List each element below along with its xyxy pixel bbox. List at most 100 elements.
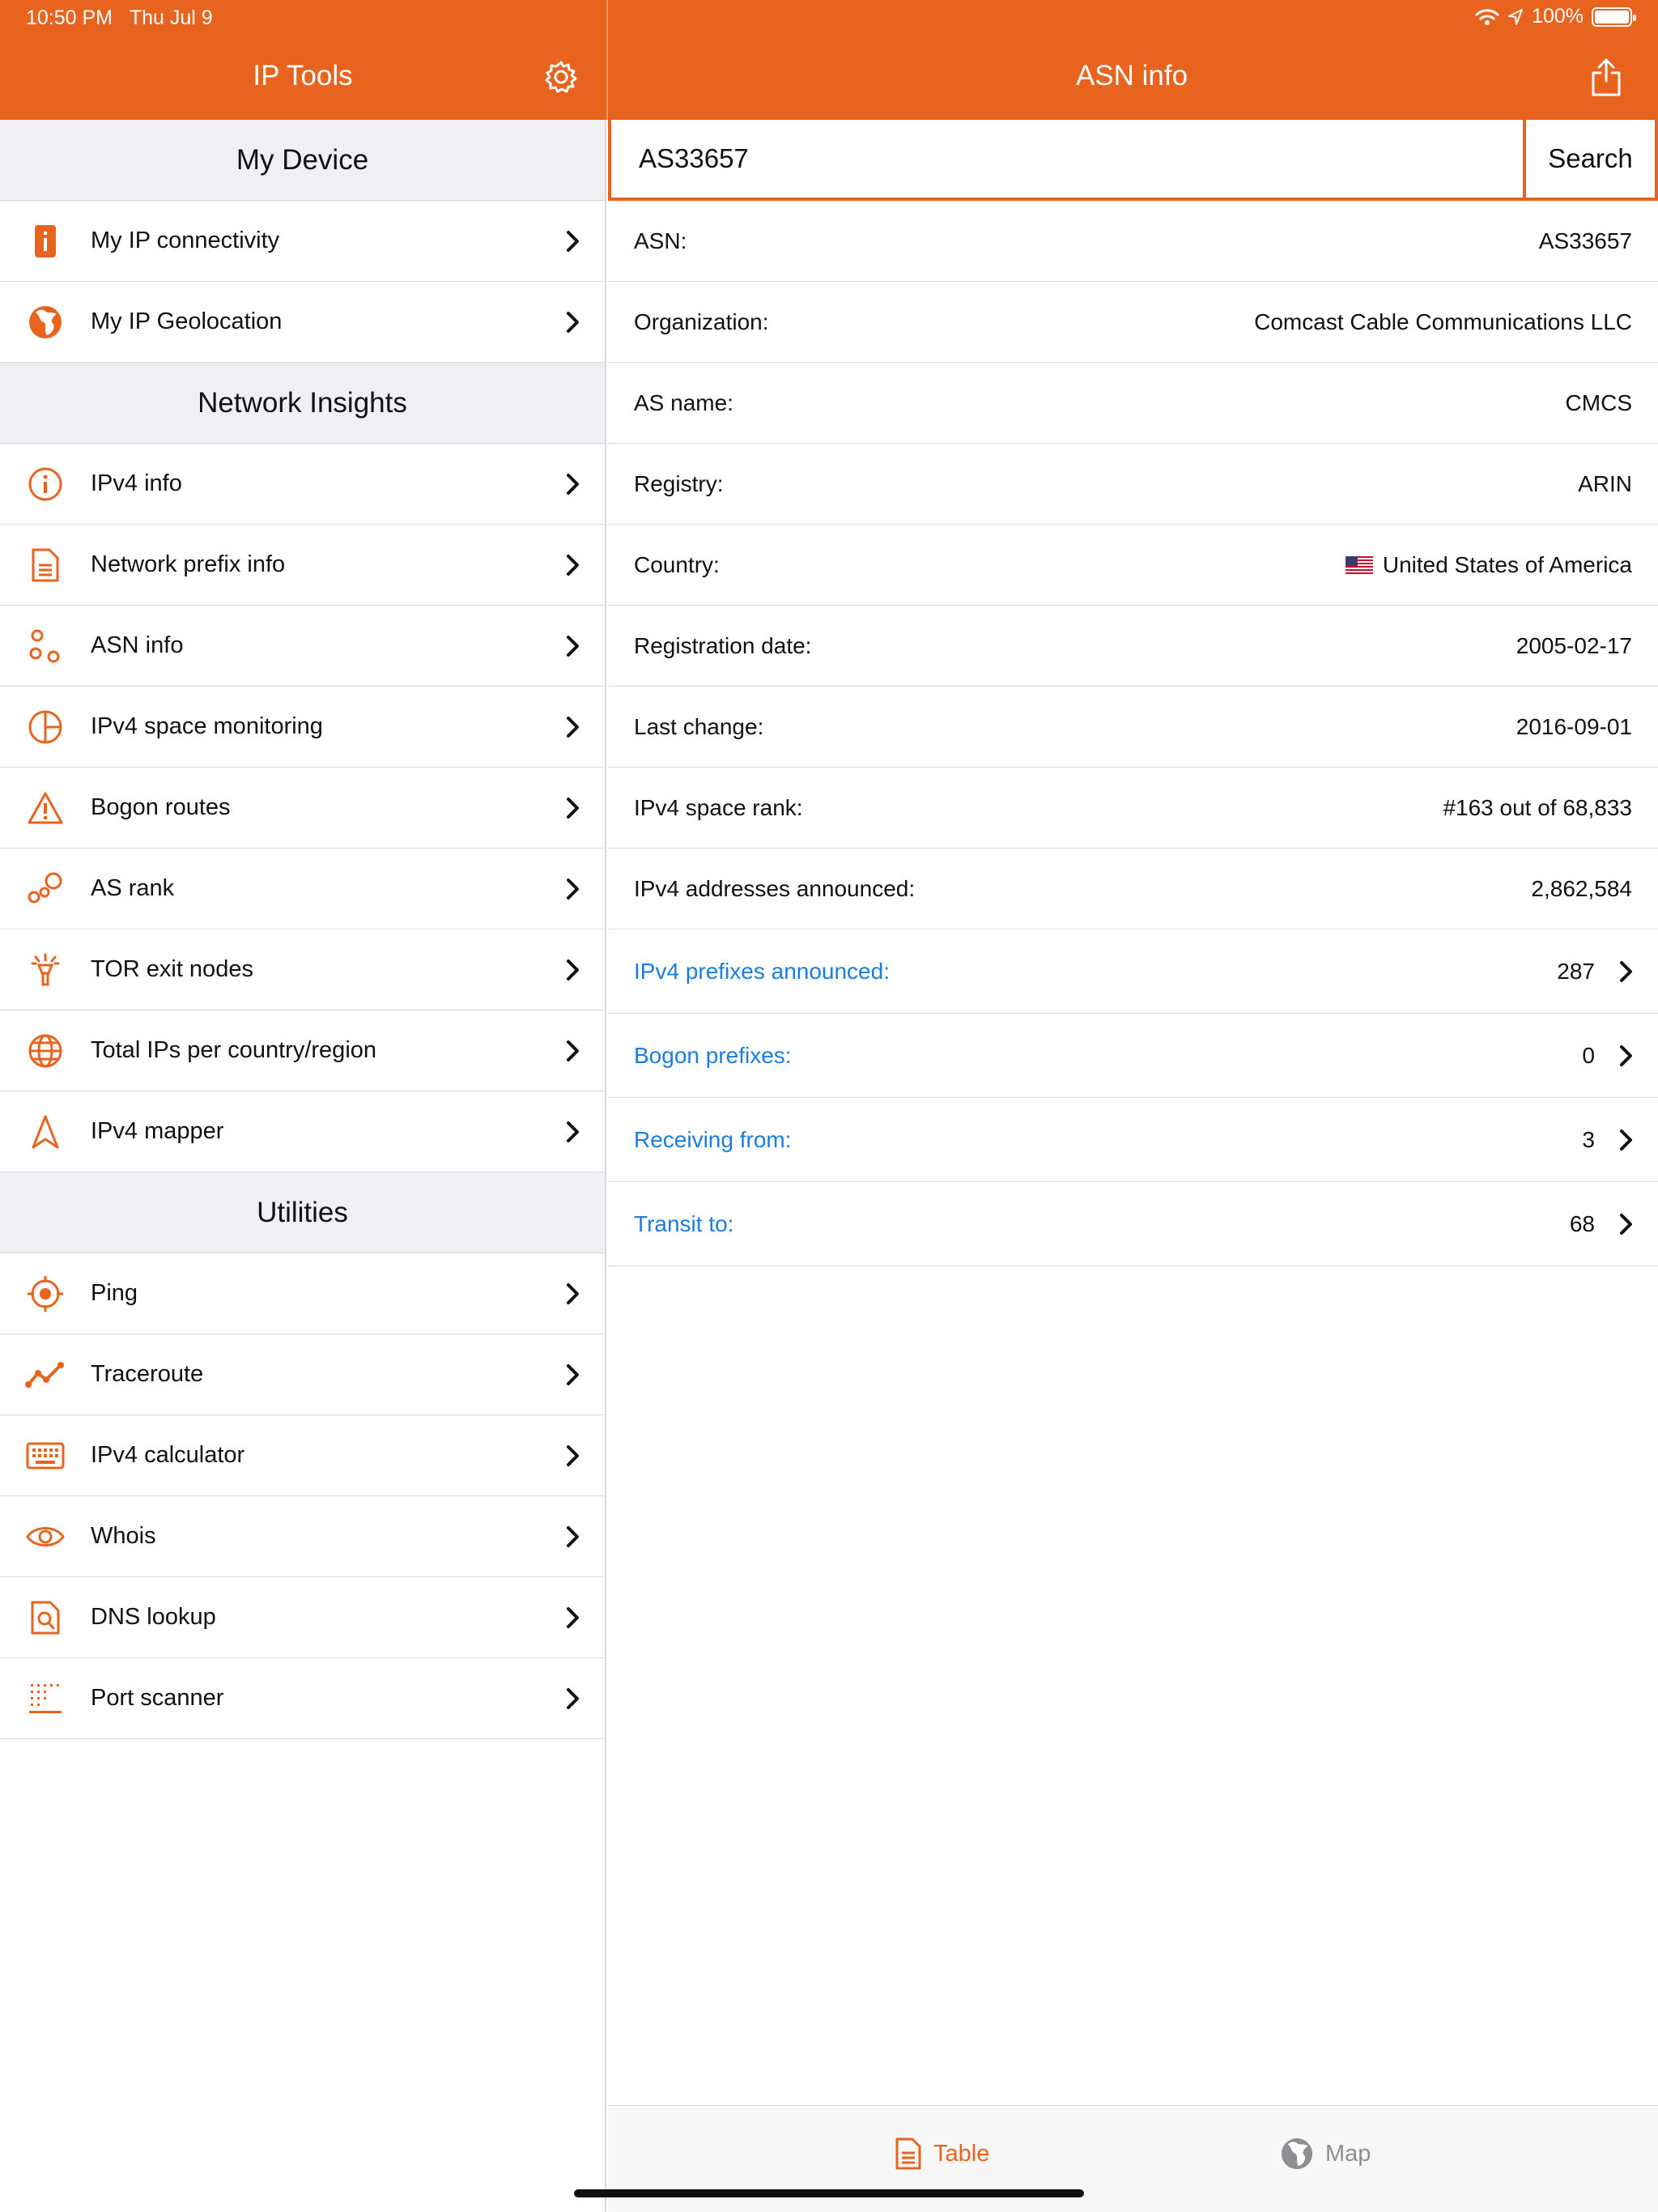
info-circle-icon <box>0 466 91 502</box>
sidebar-item-label: DNS lookup <box>91 1604 216 1630</box>
detail-row-ipv4-addresses-announced: IPv4 addresses announced: 2,862,584 <box>608 849 1658 929</box>
sidebar-item-ping[interactable]: Ping <box>0 1253 605 1334</box>
sidebar-item-total-ips-per-country[interactable]: Total IPs per country/region <box>0 1010 605 1091</box>
detail-row-country: Country: United States of America <box>608 525 1658 606</box>
torch-icon <box>0 952 91 988</box>
asn-search-input[interactable] <box>611 120 1523 198</box>
pie-chart-icon <box>0 709 91 745</box>
detail-value: AS33657 <box>1538 228 1632 253</box>
section-header-my-device: My Device <box>0 120 605 201</box>
sidebar-item-label: Total IPs per country/region <box>91 1037 377 1063</box>
status-bar-indicators: 100% <box>1475 5 1636 28</box>
share-icon[interactable] <box>1590 57 1622 97</box>
chevron-right-icon <box>1620 960 1632 982</box>
sidebar-item-tor-exit-nodes[interactable]: TOR exit nodes <box>0 929 605 1010</box>
chevron-right-icon <box>567 1121 579 1142</box>
sidebar-item-network-prefix-info[interactable]: Network prefix info <box>0 525 605 606</box>
tab-map[interactable]: Map <box>1280 2137 1371 2171</box>
sidebar-item-label: IPv4 space monitoring <box>91 713 323 739</box>
chevron-right-icon <box>1620 1044 1632 1066</box>
sidebar-item-as-rank[interactable]: AS rank <box>0 849 605 929</box>
detail-row-registration-date: Registration date: 2005-02-17 <box>608 606 1658 687</box>
detail-key: IPv4 addresses announced: <box>634 875 916 901</box>
link-key: Receiving from: <box>634 1126 792 1152</box>
detail-value: Comcast Cable Communications LLC <box>1254 308 1632 334</box>
search-button[interactable]: Search <box>1526 120 1655 198</box>
sidebar-item-label: IPv4 info <box>91 470 182 496</box>
sidebar-item-label: Ping <box>91 1280 138 1306</box>
detail-value: 2016-09-01 <box>1516 713 1632 739</box>
us-flag-icon <box>1345 555 1373 574</box>
sidebar-item-ipv4-calculator[interactable]: IPv4 calculator <box>0 1415 605 1496</box>
sidebar-item-my-ip-connectivity[interactable]: My IP connectivity <box>0 201 605 282</box>
detail-value: CMCS <box>1565 389 1632 415</box>
detail-value: 2,862,584 <box>1531 875 1632 901</box>
gear-icon[interactable] <box>544 60 578 94</box>
location-arrow-icon <box>1508 8 1524 25</box>
tab-table[interactable]: Table <box>895 2137 989 2171</box>
asn-details-table: ASN: AS33657 Organization: Comcast Cable… <box>608 201 1658 1266</box>
battery-fill <box>1595 10 1629 23</box>
eye-icon <box>0 1524 91 1550</box>
detail-key: ASN: <box>634 228 687 253</box>
port-grid-icon <box>0 1682 91 1715</box>
sidebar-item-port-scanner[interactable]: Port scanner <box>0 1658 605 1739</box>
chevron-right-icon <box>567 554 579 576</box>
detail-key: Registration date: <box>634 632 812 658</box>
detail-row-last-change: Last change: 2016-09-01 <box>608 687 1658 768</box>
chevron-right-icon <box>567 1525 579 1547</box>
battery-percent: 100% <box>1532 5 1584 28</box>
sidebar-item-asn-info[interactable]: ASN info <box>0 606 605 687</box>
sidebar-item-ipv4-info[interactable]: IPv4 info <box>0 444 605 525</box>
chevron-right-icon <box>567 1444 579 1466</box>
detail-row-as-name: AS name: CMCS <box>608 363 1658 444</box>
sidebar-item-ipv4-mapper[interactable]: IPv4 mapper <box>0 1091 605 1172</box>
sidebar-title: IP Tools <box>253 60 353 91</box>
detail-key: Country: <box>634 551 720 577</box>
link-row-receiving-from[interactable]: Receiving from: 3 <box>608 1098 1658 1182</box>
sidebar-item-label: ASN info <box>91 632 184 658</box>
section-header-utilities: Utilities <box>0 1172 605 1253</box>
sidebar-item-label: Bogon routes <box>91 794 231 820</box>
detail-title: ASN info <box>1075 60 1188 91</box>
chevron-right-icon <box>567 1283 579 1304</box>
device-info-icon <box>0 223 91 259</box>
link-key: IPv4 prefixes announced: <box>634 958 890 984</box>
chevron-right-icon <box>567 959 579 981</box>
sidebar-item-whois[interactable]: Whois <box>0 1496 605 1577</box>
sidebar-item-traceroute[interactable]: Traceroute <box>0 1334 605 1415</box>
country-name: United States of America <box>1382 551 1632 577</box>
doc-search-icon <box>0 1600 91 1636</box>
bubbles-icon <box>0 871 91 907</box>
link-row-bogon-prefixes[interactable]: Bogon prefixes: 0 <box>608 1014 1658 1098</box>
detail-row-registry: Registry: ARIN <box>608 444 1658 525</box>
chevron-right-icon <box>567 797 579 819</box>
chevron-right-icon <box>1620 1213 1632 1235</box>
sidebar-item-ipv4-space-monitoring[interactable]: IPv4 space monitoring <box>0 687 605 768</box>
link-value: 0 <box>1582 1042 1595 1068</box>
sidebar-item-label: TOR exit nodes <box>91 956 253 982</box>
link-value-group: 3 <box>1582 1127 1634 1153</box>
sidebar-item-label: IPv4 mapper <box>91 1118 224 1144</box>
chevron-right-icon <box>567 1040 579 1061</box>
sidebar: My Device My IP connectivity My IP Geolo… <box>0 120 606 2212</box>
sidebar-item-label: My IP Geolocation <box>91 308 283 334</box>
sidebar-item-label: IPv4 calculator <box>91 1442 245 1468</box>
target-icon <box>0 1274 91 1313</box>
link-value: 3 <box>1582 1126 1595 1152</box>
chevron-right-icon <box>1620 1129 1632 1151</box>
chevron-right-icon <box>567 230 579 252</box>
sidebar-item-my-ip-geolocation[interactable]: My IP Geolocation <box>0 282 605 363</box>
chevron-right-icon <box>567 1687 579 1709</box>
detail-value: 2005-02-17 <box>1516 632 1632 658</box>
detail-key: IPv4 space rank: <box>634 794 803 820</box>
link-row-transit-to[interactable]: Transit to: 68 <box>608 1182 1658 1266</box>
link-row-ipv4-prefixes-announced[interactable]: IPv4 prefixes announced: 287 <box>608 929 1658 1014</box>
sidebar-item-label: Whois <box>91 1523 156 1549</box>
sidebar-item-label: Network prefix info <box>91 551 286 577</box>
detail-row-ipv4-space-rank: IPv4 space rank: #163 out of 68,833 <box>608 768 1658 849</box>
detail-key: Registry: <box>634 470 724 496</box>
split-divider <box>606 0 608 120</box>
sidebar-item-bogon-routes[interactable]: Bogon routes <box>0 768 605 849</box>
sidebar-item-dns-lookup[interactable]: DNS lookup <box>0 1577 605 1658</box>
